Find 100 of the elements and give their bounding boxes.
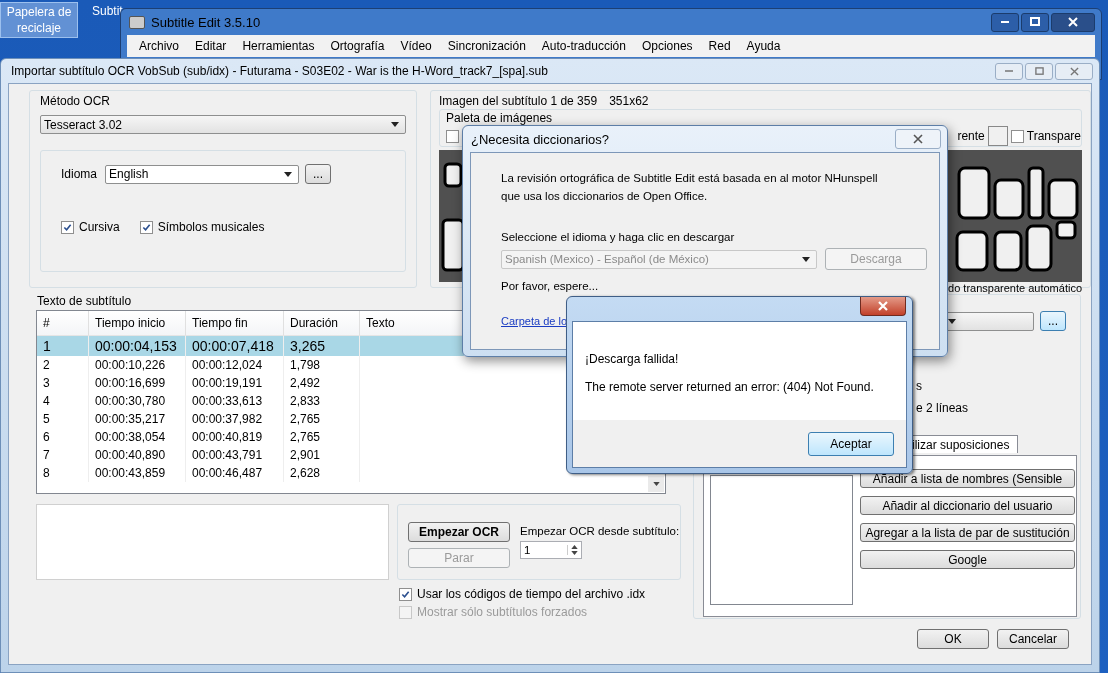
table-row[interactable]: 7 00:00:40,890 00:00:43,791 2,901 xyxy=(37,446,464,464)
table-cell: 00:00:40,890 xyxy=(89,446,186,464)
window-title: Subtitle Edit 3.5.10 xyxy=(151,14,261,30)
table-cell: 2,765 xyxy=(284,410,360,428)
scroll-down-button[interactable] xyxy=(648,476,664,492)
table-cell: 00:00:07,418 xyxy=(186,336,284,356)
table-cell: 7 xyxy=(37,446,89,464)
table-cell: 00:00:35,217 xyxy=(89,410,186,428)
table-row[interactable]: 4 00:00:30,780 00:00:33,613 2,833 xyxy=(37,392,464,410)
group-label: Método OCR xyxy=(40,94,112,108)
close-icon xyxy=(878,301,888,311)
checkbox-label: Mostrar sólo subtítulos forzados xyxy=(417,605,588,619)
menu-item[interactable]: Red xyxy=(700,39,739,53)
checkbox[interactable] xyxy=(1010,129,1024,143)
table-row[interactable]: 6 00:00:38,054 00:00:40,819 2,765 xyxy=(37,428,464,446)
maximize-button[interactable] xyxy=(1021,12,1049,32)
table-cell: 2 xyxy=(37,356,89,374)
language-dropdown[interactable]: English xyxy=(105,164,300,184)
browse-button[interactable]: ... xyxy=(305,164,332,184)
table-cell: 4 xyxy=(37,392,89,410)
checkbox-label: Cursiva xyxy=(79,220,120,234)
column-header[interactable]: Tiempo inicio xyxy=(89,311,186,335)
menu-item[interactable]: Sincronización xyxy=(439,39,534,53)
error-heading: ¡Descarga fallida! xyxy=(585,352,680,366)
minimize-icon xyxy=(1005,70,1013,72)
table-cell: 00:00:40,819 xyxy=(186,428,284,446)
menu-item[interactable]: Herramientas xyxy=(234,39,323,53)
table-row[interactable]: 2 00:00:10,226 00:00:12,024 1,798 xyxy=(37,356,464,374)
table-row[interactable]: 5 00:00:35,217 00:00:37,982 2,765 xyxy=(37,410,464,428)
table-cell: 1,798 xyxy=(284,356,360,374)
menu-item[interactable]: Ortografía xyxy=(322,39,393,53)
color-swatch[interactable] xyxy=(987,126,1008,146)
start-from-label: Empezar OCR desde subtítulo: xyxy=(520,525,680,537)
action-button[interactable]: Añadir a lista de nombres (Sensible xyxy=(860,469,1075,488)
checkbox[interactable] xyxy=(139,220,153,234)
table-cell: 00:00:37,982 xyxy=(186,410,284,428)
close-button[interactable] xyxy=(860,297,906,316)
menu-item[interactable]: Archivo xyxy=(131,39,187,53)
maximize-icon xyxy=(1034,66,1044,76)
minimize-button[interactable] xyxy=(991,12,1019,32)
close-icon xyxy=(1068,17,1078,27)
dialog-title: ¿Necesita diccionarios? xyxy=(471,131,609,147)
close-icon xyxy=(913,134,923,144)
browse-button[interactable]: ... xyxy=(1040,311,1066,331)
table-cell: 00:00:46,487 xyxy=(186,464,284,482)
cancel-button[interactable]: Cancelar xyxy=(997,629,1069,649)
ocr-method-dropdown[interactable]: Tesseract 3.02 xyxy=(40,115,406,134)
table-cell: 2,833 xyxy=(284,392,360,410)
group-label: Paleta de imágenes xyxy=(446,111,554,125)
menu-item[interactable]: Editar xyxy=(187,39,235,53)
table-cell: 2,765 xyxy=(284,428,360,446)
table-cell: 2,628 xyxy=(284,464,360,482)
column-header[interactable]: Duración xyxy=(284,311,360,335)
section-label: Texto de subtítulo xyxy=(37,294,133,308)
table-cell: 00:00:33,613 xyxy=(186,392,284,410)
option-label: s xyxy=(916,379,922,393)
option-label: e 2 líneas xyxy=(916,401,969,415)
checkbox-label: rente xyxy=(957,129,985,143)
table-cell: 00:00:12,024 xyxy=(186,356,284,374)
table-cell: 1 xyxy=(37,336,89,356)
action-button[interactable]: Añadir al diccionario del usuario xyxy=(860,496,1075,515)
error-message: The remote server returned an error: (404) Not Found. xyxy=(585,380,875,394)
menu-item[interactable]: Auto-traducción xyxy=(533,39,634,53)
app-icon xyxy=(129,15,145,29)
table-row[interactable]: 8 00:00:43,859 00:00:46,487 2,628 xyxy=(37,464,464,482)
table-cell: 2,492 xyxy=(284,374,360,392)
table-cell: 6 xyxy=(37,428,89,446)
close-icon xyxy=(1069,66,1079,76)
checkbox-label: Símbolos musicales xyxy=(157,220,265,234)
ok-button[interactable]: OK xyxy=(917,629,989,649)
table-cell: 5 xyxy=(37,410,89,428)
menu-item[interactable]: Ayuda xyxy=(738,39,789,53)
dropdown-arrow-icon xyxy=(391,122,399,127)
dialog-title: Importar subtítulo OCR VobSub (sub/idx) - Futurama - S03E02 - War is the H-Word_track7_[spa].sub xyxy=(11,64,548,78)
checkbox[interactable] xyxy=(399,587,412,601)
status-label: Por favor, espere... xyxy=(501,280,599,292)
table-row[interactable]: 3 00:00:16,699 00:00:19,191 2,492 xyxy=(37,374,464,392)
checkbox-label: Usar los códigos de tiempo del archivo .idx xyxy=(417,587,646,601)
column-header[interactable]: # xyxy=(37,311,89,335)
table-cell: 00:00:10,226 xyxy=(89,356,186,374)
action-button[interactable]: Agregar a la lista de par de sustitución xyxy=(860,523,1075,542)
table-row[interactable]: 1 00:00:04,153 00:00:07,418 3,265 xyxy=(37,336,464,356)
desktop-icon-label[interactable]: Subtit xyxy=(92,2,123,38)
subtitle-text-field[interactable] xyxy=(36,504,389,580)
column-header[interactable]: Tiempo fin xyxy=(186,311,284,335)
table-cell: 3,265 xyxy=(284,336,360,356)
start-from-spinner[interactable]: 1 xyxy=(520,541,582,559)
checkbox[interactable] xyxy=(61,220,74,234)
checkbox-label: Transpare xyxy=(1026,129,1081,143)
table-cell: 8 xyxy=(37,464,89,482)
close-button[interactable] xyxy=(1051,12,1095,32)
word-list[interactable] xyxy=(710,475,853,605)
menu-item[interactable]: Vídeo xyxy=(392,39,440,53)
start-ocr-button[interactable]: Empezar OCR xyxy=(408,522,510,542)
accept-button[interactable]: Aceptar xyxy=(808,431,894,456)
checkbox[interactable] xyxy=(446,129,459,143)
menu-item[interactable]: Opciones xyxy=(633,39,701,53)
language-label: Idioma xyxy=(61,167,98,181)
down-arrow-icon xyxy=(652,482,660,486)
action-button[interactable]: Google xyxy=(860,550,1075,569)
